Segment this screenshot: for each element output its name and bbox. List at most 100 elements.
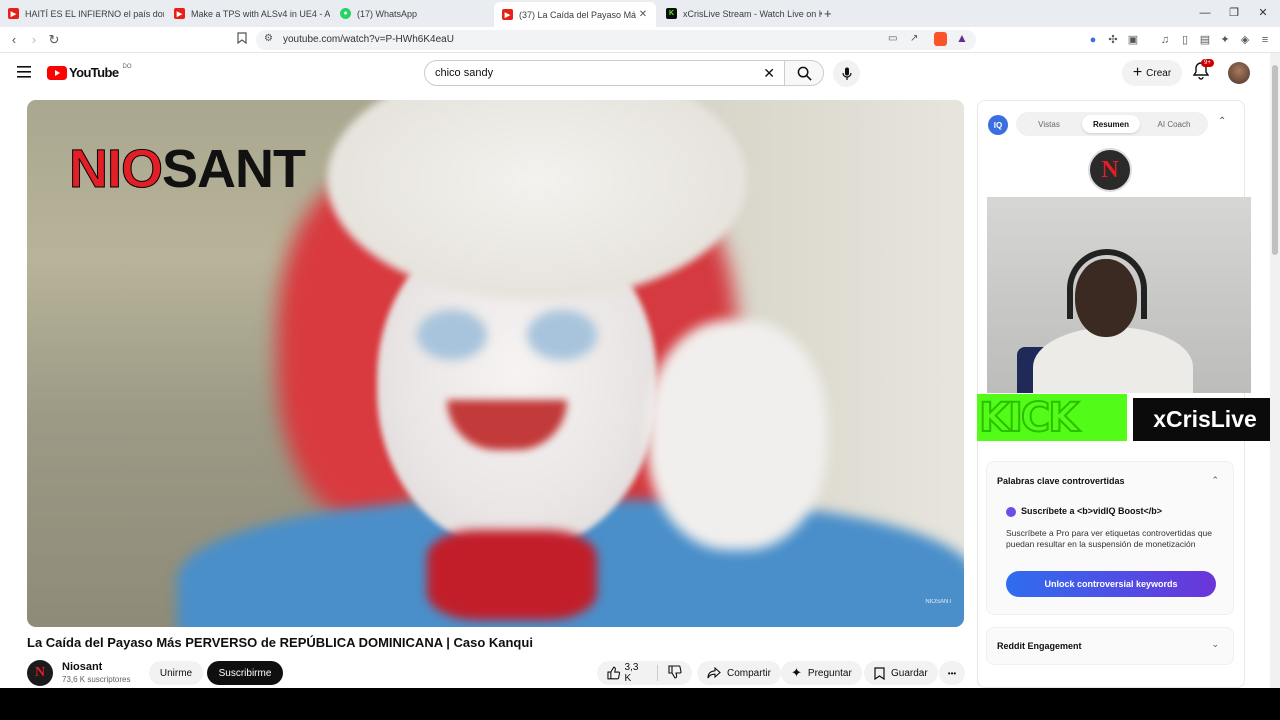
youtube-icon: ▶ <box>502 9 513 20</box>
youtube-icon: ▶ <box>174 8 185 19</box>
youtube-icon: ▶ <box>8 8 19 19</box>
hamburger-menu-icon[interactable] <box>17 65 31 83</box>
brave-shield-icon[interactable] <box>934 32 947 46</box>
taskbar-area <box>0 688 1280 720</box>
save-label: Guardar <box>891 667 928 679</box>
reload-icon[interactable]: ↻ <box>46 32 62 48</box>
like-dislike-group: 3,3 K <box>597 661 692 685</box>
close-tab-icon[interactable]: ✕ <box>636 9 650 20</box>
vidiq-tab-switcher: Vistas Resumen AI Coach <box>1016 112 1208 136</box>
vidiq-logo: IQ <box>988 115 1008 135</box>
sidebar-icon[interactable]: ▯ <box>1178 33 1192 47</box>
vpn-icon[interactable]: ◈ <box>1238 33 1252 47</box>
video-frame-detail <box>427 530 597 620</box>
reddit-engagement-card[interactable]: Reddit Engagement ⌄ <box>986 627 1234 665</box>
whatsapp-icon: ● <box>340 8 351 19</box>
subscriber-count: 73,6 K suscriptores <box>62 675 131 684</box>
search-icon <box>797 66 812 81</box>
ask-button[interactable]: ✦ Preguntar <box>781 661 862 685</box>
chevron-up-icon[interactable]: ⌃ <box>1211 475 1219 486</box>
tab-title: (37) La Caída del Payaso Más PE <box>519 9 636 20</box>
logo-part-dark: SANT <box>162 139 306 199</box>
tab-vistas[interactable]: Vistas <box>1020 115 1078 133</box>
search-button[interactable] <box>784 60 824 86</box>
collapse-panel-icon[interactable]: ⌃ <box>1218 116 1226 127</box>
browser-tab-active[interactable]: ▶ (37) La Caída del Payaso Más PE ✕ <box>494 2 656 27</box>
page-scrollbar[interactable] <box>1270 53 1280 688</box>
share-label: Compartir <box>727 667 771 679</box>
account-avatar[interactable] <box>1228 62 1250 84</box>
extensions-icon[interactable]: ✣ <box>1106 33 1120 47</box>
media-icon[interactable]: ♫ <box>1158 33 1172 47</box>
video-frame-detail <box>527 310 597 360</box>
video-player[interactable]: NIOSANT NIOSANT <box>27 100 964 627</box>
tab-ai-coach[interactable]: AI Coach <box>1144 115 1204 133</box>
country-code: DO <box>122 63 132 70</box>
video-title: La Caída del Payaso Más PERVERSO de REPÚ… <box>27 635 533 650</box>
channel-watermark-logo: NIOSANT <box>68 138 306 200</box>
bookmark-icon[interactable] <box>234 32 250 48</box>
sparkle-icon: ✦ <box>791 665 802 680</box>
search-query: chico sandy <box>435 67 494 79</box>
browser-tab[interactable]: ▶ HAITÍ ES EL INFIERNO el país donde <box>0 2 164 25</box>
join-button[interactable]: Unirme <box>149 661 203 685</box>
youtube-logo[interactable]: YouTube DO <box>47 63 132 80</box>
subscribe-button[interactable]: Suscribirme <box>207 661 283 685</box>
tab-title: Make a TPS with ALSv4 in UE4 - AI S <box>191 8 330 19</box>
clear-search-icon[interactable]: ✕ <box>763 65 775 82</box>
address-bar[interactable]: ⚙ youtube.com/watch?v=P-HWh6K4eaU ▭ ↗ ▲ <box>256 30 976 50</box>
close-window-button[interactable]: ✕ <box>1248 4 1278 22</box>
ask-label: Preguntar <box>807 667 852 679</box>
card-title: Reddit Engagement <box>997 641 1082 651</box>
divider <box>657 665 658 681</box>
notification-badge: 9+ <box>1201 59 1214 67</box>
back-icon[interactable]: ‹ <box>6 32 22 48</box>
boost-subtitle: Suscríbete a <b>vidIQ Boost</b> <box>1021 506 1163 516</box>
tab-resumen[interactable]: Resumen <box>1082 115 1140 133</box>
screenshot-icon[interactable]: ▣ <box>1126 33 1140 47</box>
new-tab-button[interactable]: + <box>824 2 844 25</box>
dislike-button[interactable] <box>668 664 682 682</box>
forward-icon[interactable]: › <box>26 32 42 48</box>
minimize-button[interactable]: — <box>1190 4 1220 22</box>
voice-search-button[interactable] <box>833 60 860 87</box>
site-info-icon[interactable]: ⚙ <box>264 33 273 44</box>
browser-tab[interactable]: ● (17) WhatsApp <box>332 2 492 25</box>
channel-avatar[interactable]: N <box>27 660 53 686</box>
thumbs-down-icon <box>668 664 682 679</box>
menu-icon[interactable]: ≡ <box>1258 33 1272 47</box>
create-button[interactable]: + Crear <box>1122 60 1182 86</box>
video-frame-detail <box>647 320 827 550</box>
share-icon[interactable]: ↗ <box>910 33 918 44</box>
vidiq-extension-icon[interactable]: ● <box>1086 33 1100 47</box>
scrollbar-thumb[interactable] <box>1272 65 1278 255</box>
browser-tab[interactable]: K xCrisLive Stream - Watch Live on Kick <box>658 2 822 25</box>
notifications-button[interactable]: 9+ <box>1192 59 1214 85</box>
unlock-keywords-button[interactable]: Unlock controversial keywords <box>1006 571 1216 597</box>
like-button[interactable]: 3,3 K <box>607 662 647 684</box>
more-actions-button[interactable]: ••• <box>939 661 965 685</box>
create-label: Crear <box>1146 67 1172 79</box>
youtube-header: YouTube DO chico sandy ✕ + Crear 9+ <box>0 53 1280 93</box>
card-title: Palabras clave controvertidas <box>997 476 1125 486</box>
install-app-icon[interactable]: ▭ <box>888 33 897 44</box>
search-input[interactable]: chico sandy ✕ <box>424 60 786 86</box>
browser-tab[interactable]: ▶ Make a TPS with ALSv4 in UE4 - AI S <box>166 2 330 25</box>
chevron-down-icon[interactable]: ⌄ <box>1211 639 1219 650</box>
save-button[interactable]: Guardar <box>864 661 938 685</box>
restore-button[interactable]: ❐ <box>1219 4 1249 22</box>
channel-name[interactable]: Niosant <box>62 661 102 673</box>
kick-stream-banner: KICK xCrisLive <box>977 394 1277 442</box>
ai-icon[interactable]: ✦ <box>1218 33 1232 47</box>
rewards-icon[interactable]: ▲ <box>956 31 968 45</box>
video-frame-detail <box>417 310 487 360</box>
video-watermark: NIOSANT <box>925 599 952 605</box>
vidiq-boost-icon <box>1006 507 1016 517</box>
wallet-icon[interactable]: ▤ <box>1198 33 1212 47</box>
tab-title: xCrisLive Stream - Watch Live on Kick <box>683 8 822 19</box>
thumbs-up-icon <box>607 666 621 680</box>
share-button[interactable]: Compartir <box>697 661 781 685</box>
url-text: youtube.com/watch?v=P-HWh6K4eaU <box>283 34 454 45</box>
streamer-name: xCrisLive <box>1133 398 1277 441</box>
like-count: 3,3 K <box>624 662 639 684</box>
